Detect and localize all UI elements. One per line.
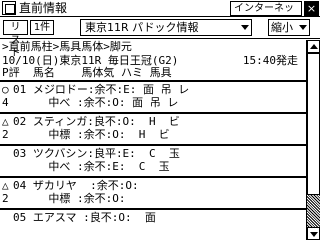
- scrollbar-thumb[interactable]: [307, 53, 320, 195]
- divider: [0, 144, 306, 146]
- race-select-value: 東京11R パドック情報: [85, 21, 199, 34]
- internet-connect-button[interactable]: インターネット接続: [230, 1, 302, 27]
- zoom-select-value: 縮小: [271, 21, 293, 34]
- app-icon[interactable]: [2, 1, 16, 15]
- race-start-time: 15:40発走: [242, 54, 298, 67]
- divider: [0, 112, 306, 114]
- divider: [0, 80, 306, 82]
- chevron-down-icon: [299, 25, 307, 30]
- scroll-down-arrow-icon[interactable]: [307, 227, 320, 240]
- horse-row-1: 02 スティンガ:良不:O: H ビ: [13, 115, 180, 128]
- single-item-button[interactable]: 1件: [30, 20, 54, 35]
- horse-row-2: 2 中標 :余不:O:: [2, 192, 126, 205]
- race-select-dropdown[interactable]: 東京11R パドック情報: [80, 19, 252, 36]
- horse-entry[interactable]: △ 02 スティンガ:良不:O: H ビ 2 中標 :余不:O: H ビ: [2, 115, 302, 141]
- column-header: P評 馬名 馬体気 ハミ 馬具: [2, 66, 172, 79]
- horse-row-1: 04 ザカリヤ :余不:O:: [13, 179, 139, 192]
- title-bar: 直前情報 インターネット接続 ×: [0, 0, 320, 27]
- evaluation-mark: △: [2, 179, 9, 192]
- content-area: >直前馬柱>馬具馬体>脚元 10/10(日)東京11R 毎日王冠(G2) 15:…: [0, 40, 306, 240]
- horse-row-2: 4 中べ :余不:O: 面 吊 レ: [2, 96, 179, 109]
- horse-entry[interactable]: 05 エアスマ :良不:O: 面: [2, 211, 302, 237]
- scroll-up-arrow-icon[interactable]: [307, 40, 320, 53]
- zoom-select-dropdown[interactable]: 縮小: [268, 19, 310, 36]
- evaluation-mark: △: [2, 115, 9, 128]
- divider: [0, 176, 306, 178]
- horse-row-1: 01 メジロドー:余不:E: 面 吊 レ: [13, 83, 190, 96]
- window-title: 直前情報: [19, 0, 68, 15]
- toolbar: リスト 1件 東京11R パドック情報 縮小: [0, 17, 320, 59]
- evaluation-mark: ○: [2, 83, 9, 96]
- breadcrumb[interactable]: >直前馬柱>馬具馬体>脚元: [2, 41, 132, 53]
- horse-entry[interactable]: 03 ツクバシン:良平:E: C 玉 中べ :余不:E: C 玉: [2, 147, 302, 173]
- horse-entry[interactable]: △ 04 ザカリヤ :余不:O: 2 中標 :余不:O:: [2, 179, 302, 205]
- horse-row-2: 中べ :余不:E: C 玉: [2, 160, 170, 173]
- vertical-scrollbar[interactable]: [306, 40, 320, 240]
- horse-row-1: 05 エアスマ :良不:O: 面: [13, 211, 156, 224]
- horse-row-1: 03 ツクバシン:良平:E: C 玉: [13, 147, 180, 160]
- list-button[interactable]: リスト: [3, 20, 28, 59]
- divider: [0, 208, 306, 210]
- horse-row-2: 2 中標 :余不:O: H ビ: [2, 128, 170, 141]
- chevron-down-icon: [241, 25, 249, 30]
- horse-entry[interactable]: ○ 01 メジロドー:余不:E: 面 吊 レ 4 中べ :余不:O: 面 吊 レ: [2, 83, 302, 109]
- close-button[interactable]: ×: [304, 1, 319, 16]
